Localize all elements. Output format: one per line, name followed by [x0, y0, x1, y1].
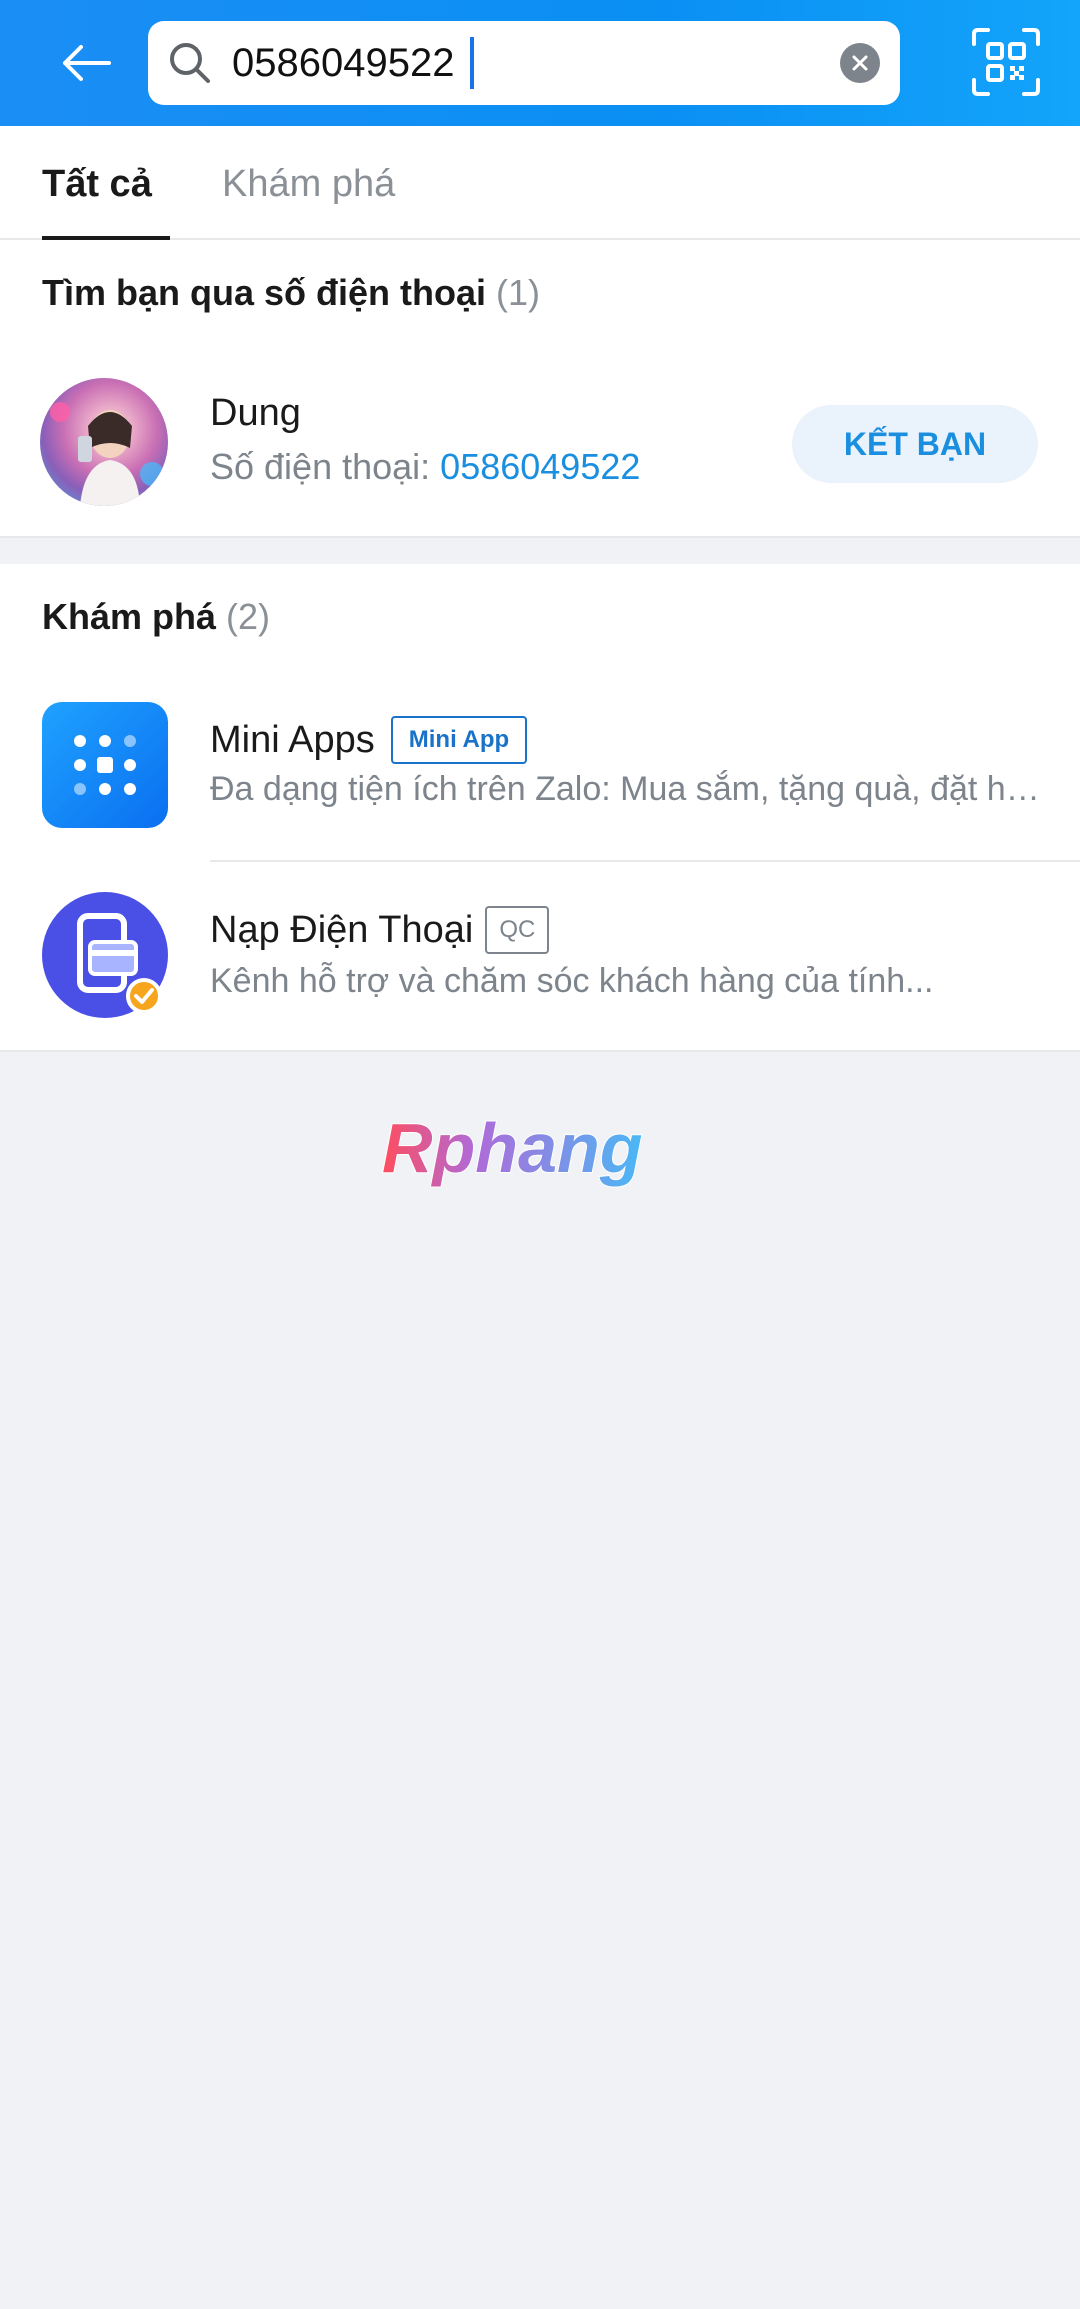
nap-dien-thoai-title: Nạp Điện Thoại QC — [210, 906, 550, 954]
section-title-text: Tìm bạn qua số điện thoại — [42, 272, 487, 313]
contact-phone-line: Số điện thoại: 0586049522 — [210, 446, 640, 488]
phone-search-section: Tìm bạn qua số điện thoại (1) Dung Số đi… — [0, 240, 1080, 538]
search-icon — [170, 43, 210, 83]
contact-name[interactable]: Dung — [210, 392, 301, 435]
watermark-logo: Rphang — [381, 1108, 644, 1188]
phone-topup-icon — [42, 892, 168, 1018]
section-count: (1) — [496, 272, 541, 313]
item-title: Mini Apps — [210, 718, 375, 761]
phone-label: Số điện thoại: — [210, 446, 441, 487]
clear-search-button[interactable] — [840, 43, 880, 83]
explore-section: Khám phá (2) Mini Apps Mini App Đa dạng … — [0, 564, 1080, 1052]
nap-dien-thoai-description: Kênh hỗ trợ và chăm sóc khách hàng của t… — [210, 962, 934, 1000]
mini-apps-description: Đa dạng tiện ích trên Zalo: Mua sắm, tặn… — [210, 770, 1040, 808]
top-bar — [0, 0, 1080, 126]
close-icon — [852, 55, 868, 71]
section-count: (2) — [226, 596, 271, 637]
section-title-text: Khám phá — [42, 596, 217, 637]
qr-scan-icon — [972, 28, 1040, 96]
section-title-explore: Khám phá (2) — [42, 596, 270, 638]
search-tabs: Tất cả Khám phá — [0, 126, 1080, 240]
back-button[interactable] — [40, 28, 130, 98]
mini-apps-icon — [42, 702, 168, 828]
avatar[interactable] — [40, 378, 168, 506]
tab-explore[interactable]: Khám phá — [222, 126, 395, 238]
mini-app-badge: Mini App — [390, 716, 528, 764]
search-input[interactable] — [232, 21, 792, 105]
arrow-left-icon — [63, 45, 111, 81]
avatar-photo — [50, 402, 164, 506]
qr-scan-button[interactable] — [970, 26, 1042, 98]
divider — [210, 860, 1080, 862]
svg-text:Rphang: Rphang — [382, 1109, 643, 1187]
ad-badge: QC — [485, 906, 550, 954]
mini-apps-title: Mini Apps Mini App — [210, 716, 528, 764]
section-title-phone: Tìm bạn qua số điện thoại (1) — [42, 272, 540, 314]
search-box[interactable] — [148, 21, 900, 105]
add-friend-button[interactable]: KẾT BẠN — [792, 405, 1038, 483]
text-caret — [470, 37, 474, 89]
tab-all[interactable]: Tất cả — [42, 126, 152, 238]
phone-number-link[interactable]: 0586049522 — [440, 446, 640, 487]
item-title: Nạp Điện Thoại — [210, 908, 474, 951]
